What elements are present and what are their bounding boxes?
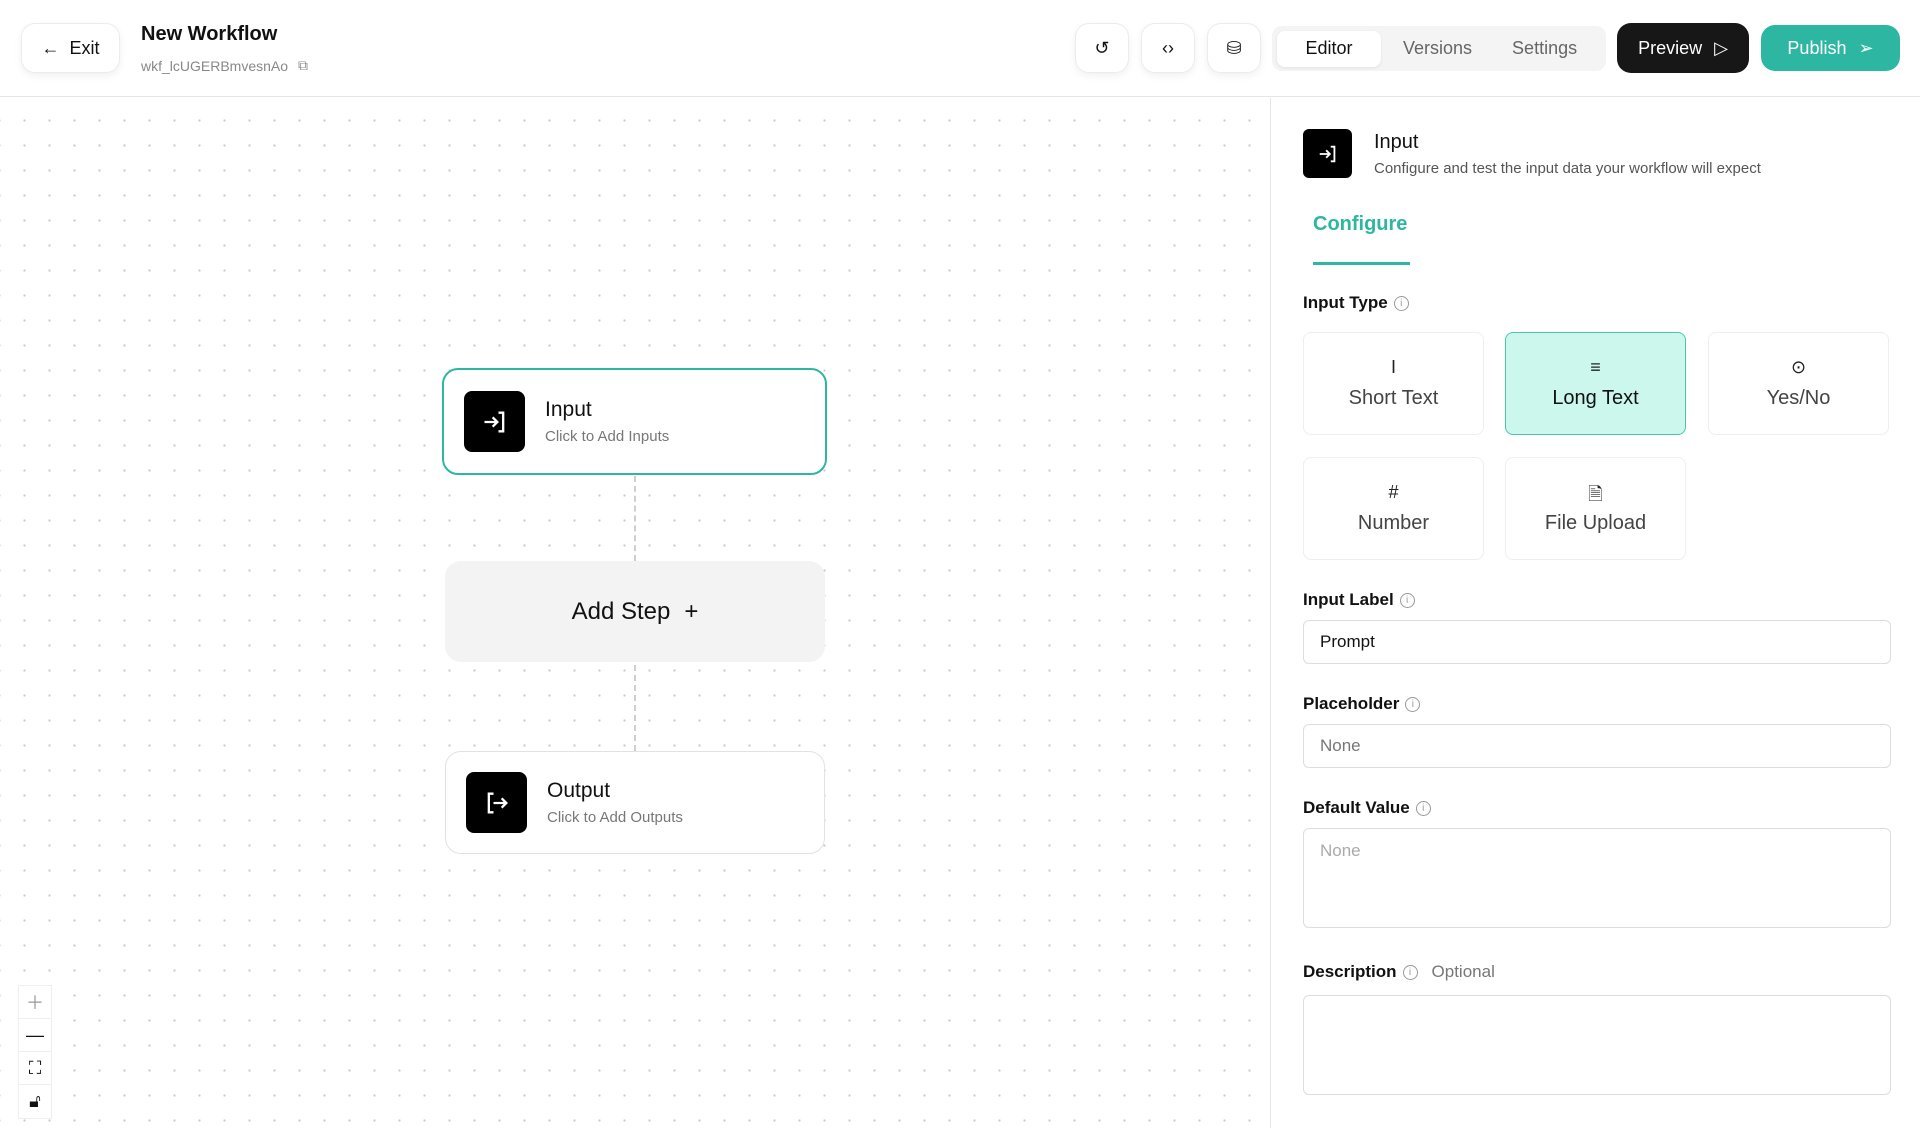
play-icon: ▷: [1714, 37, 1728, 58]
align-left-icon: ≡: [1590, 357, 1601, 377]
copy-icon[interactable]: ⧉: [298, 57, 308, 74]
tab-editor[interactable]: Editor: [1277, 30, 1381, 67]
hash-icon: #: [1388, 482, 1399, 502]
label-text: Input Type: [1303, 293, 1388, 312]
description-label: Description i Optional: [1303, 962, 1495, 982]
default-value-textarea[interactable]: None: [1303, 828, 1891, 928]
file-upload-icon: 🗎︎: [1588, 484, 1603, 504]
add-step-button[interactable]: Add Step +: [445, 561, 825, 662]
tab-underline: [1313, 262, 1410, 265]
placeholder-field[interactable]: None: [1303, 724, 1891, 768]
publish-label: Publish: [1787, 37, 1847, 58]
optional-tag: Optional: [1431, 962, 1495, 981]
label-text: Description: [1303, 962, 1397, 981]
history-button[interactable]: ↺: [1075, 23, 1129, 73]
login-icon: [464, 391, 525, 452]
logout-icon: [466, 772, 527, 833]
card-label: Long Text: [1552, 387, 1639, 409]
output-node-title: Output: [547, 779, 611, 802]
info-icon[interactable]: i: [1415, 800, 1431, 816]
panel-subtitle: Configure and test the input data your w…: [1374, 160, 1761, 177]
database-icon: ⛁: [1226, 37, 1242, 58]
text-cursor-icon: I: [1390, 357, 1396, 377]
label-text: Input Label: [1303, 590, 1394, 609]
login-icon: [1303, 129, 1352, 178]
zoom-out-button[interactable]: —: [19, 1019, 51, 1052]
output-node-subtitle: Click to Add Outputs: [547, 809, 683, 826]
exit-label: Exit: [69, 37, 100, 58]
card-label: Yes/No: [1766, 387, 1831, 409]
code-icon: ‹›: [1162, 37, 1174, 58]
tab-versions[interactable]: Versions: [1385, 31, 1490, 67]
workflow-id: wkf_lcUGERBmvesnAo ⧉: [141, 57, 308, 74]
plus-icon: +: [684, 597, 699, 625]
config-panel: Input Configure and test the input data …: [1270, 98, 1920, 1128]
connector: [634, 665, 636, 751]
connector: [634, 476, 636, 561]
add-step-label: Add Step: [571, 597, 671, 625]
zoom-in-button[interactable]: ＋: [19, 986, 51, 1019]
input-type-short-text[interactable]: I Short Text: [1303, 332, 1484, 435]
card-label: File Upload: [1544, 512, 1647, 534]
label-text: Placeholder: [1303, 694, 1400, 713]
lock-button[interactable]: 🔓︎: [19, 1085, 51, 1118]
publish-button[interactable]: Publish ➢: [1761, 25, 1900, 71]
input-node-subtitle: Click to Add Inputs: [545, 428, 670, 445]
input-type-file-upload[interactable]: 🗎︎ File Upload: [1505, 457, 1686, 560]
input-label-field[interactable]: Prompt: [1303, 620, 1891, 664]
info-icon[interactable]: i: [1402, 964, 1418, 980]
placeholder-label: Placeholder i: [1303, 694, 1421, 714]
history-icon: ↺: [1094, 37, 1110, 58]
code-button[interactable]: ‹›: [1141, 23, 1195, 73]
panel-title: Input: [1374, 131, 1419, 153]
send-icon: ➢: [1858, 37, 1874, 58]
card-label: Short Text: [1348, 387, 1439, 409]
top-bar: ← Exit New Workflow wkf_lcUGERBmvesnAo ⧉ ↺…: [0, 0, 1920, 97]
output-node[interactable]: Output Click to Add Outputs: [445, 751, 825, 854]
tab-settings[interactable]: Settings: [1494, 31, 1595, 67]
preview-label: Preview: [1638, 37, 1703, 58]
input-type-yes-no[interactable]: ⊙ Yes/No: [1708, 332, 1889, 435]
description-textarea[interactable]: [1303, 995, 1891, 1095]
tab-configure[interactable]: Configure: [1313, 213, 1407, 236]
unlock-icon: 🔓︎: [29, 1091, 41, 1111]
input-type-long-text[interactable]: ≡ Long Text: [1505, 332, 1686, 435]
workflow-id-text: wkf_lcUGERBmvesnAo: [141, 57, 289, 74]
arrow-left-icon: ←: [41, 37, 60, 58]
input-type-label: Input Type i: [1303, 293, 1409, 313]
default-value-label: Default Value i: [1303, 798, 1431, 818]
info-icon[interactable]: i: [1399, 592, 1415, 608]
view-tabs: Editor Versions Settings: [1272, 26, 1606, 71]
info-icon[interactable]: i: [1405, 696, 1421, 712]
info-icon[interactable]: i: [1393, 295, 1409, 311]
exit-button[interactable]: ← Exit: [21, 23, 120, 73]
input-node[interactable]: Input Click to Add Inputs: [442, 368, 827, 475]
database-button[interactable]: ⛁: [1207, 23, 1261, 73]
zoom-controls: ＋ — ⛶ 🔓︎: [18, 985, 52, 1119]
card-label: Number: [1357, 512, 1430, 534]
fit-view-button[interactable]: ⛶: [19, 1052, 51, 1085]
toggle-icon: ⊙: [1790, 357, 1807, 377]
input-type-number[interactable]: # Number: [1303, 457, 1484, 560]
input-node-title: Input: [545, 398, 592, 421]
label-text: Default Value: [1303, 798, 1410, 817]
workflow-title: New Workflow: [141, 23, 278, 45]
input-label-label: Input Label i: [1303, 590, 1415, 610]
preview-button[interactable]: Preview ▷: [1617, 23, 1749, 73]
